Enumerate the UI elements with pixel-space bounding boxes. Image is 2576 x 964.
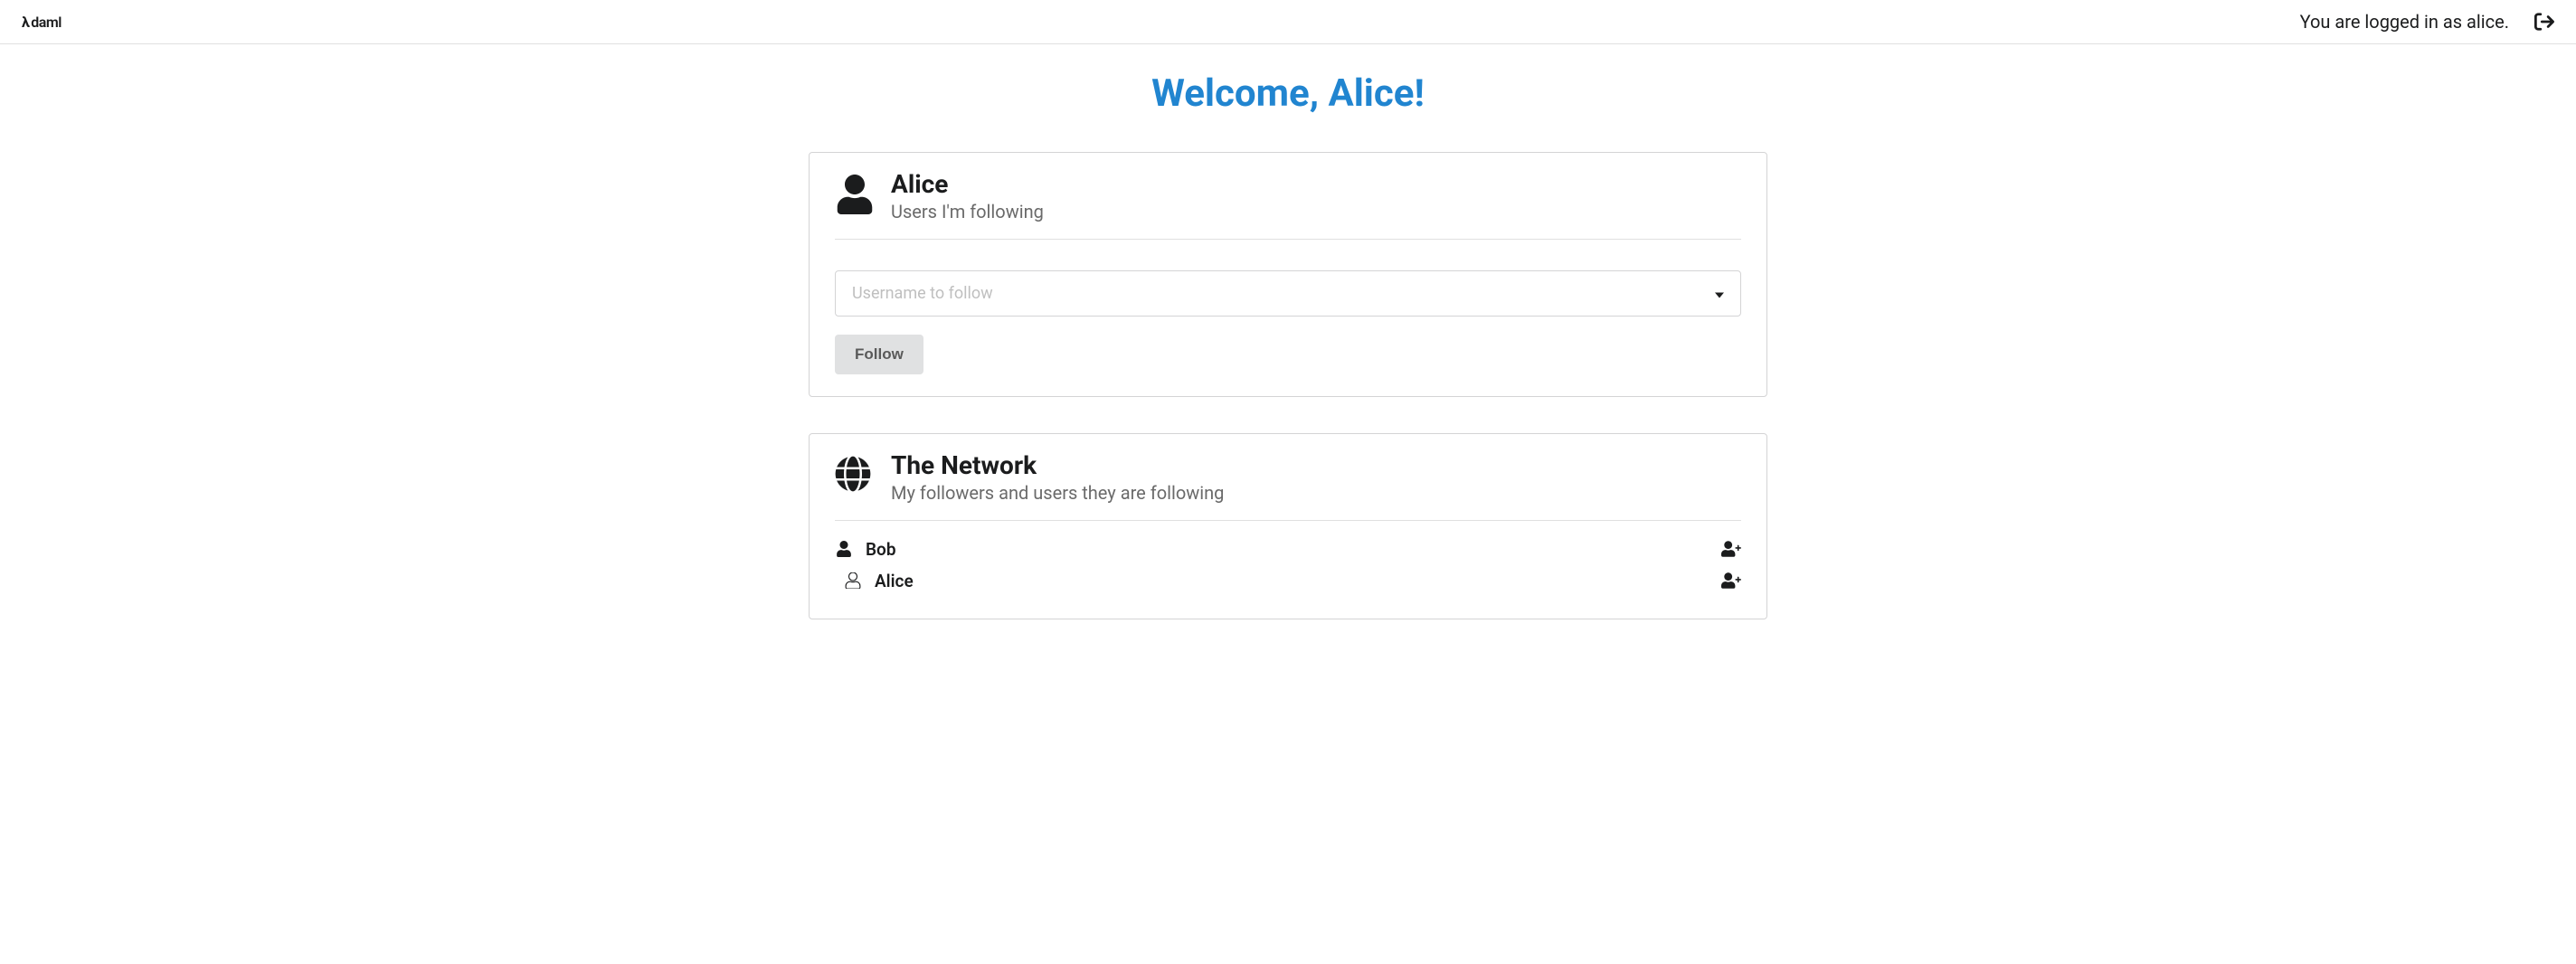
network-subtitle: My followers and users they are followin… <box>891 482 1224 504</box>
profile-subtitle: Users I'm following <box>891 201 1044 222</box>
network-header-text: The Network My followers and users they … <box>891 452 1224 504</box>
globe-icon <box>835 456 875 496</box>
topbar: λdaml You are logged in as alice. <box>0 0 2576 44</box>
network-user-name: Alice <box>875 571 914 591</box>
profile-title: Alice <box>891 171 1044 199</box>
network-card: The Network My followers and users they … <box>809 433 1767 619</box>
brand-logo: λdaml <box>22 14 62 31</box>
profile-card: Alice Users I'm following Username to fo… <box>809 152 1767 397</box>
network-row: Alice <box>835 565 1741 597</box>
network-row-left: Bob <box>835 539 896 560</box>
follow-button[interactable]: Follow <box>835 335 923 374</box>
user-solid-icon <box>835 540 853 558</box>
add-user-icon[interactable] <box>1721 572 1741 589</box>
chevron-down-icon <box>1715 284 1724 303</box>
network-row-left: Alice <box>835 571 914 591</box>
user-outline-icon <box>844 572 862 590</box>
dropdown-placeholder: Username to follow <box>852 284 993 303</box>
network-card-header: The Network My followers and users they … <box>835 452 1741 521</box>
logout-icon[interactable] <box>2534 12 2554 32</box>
network-list: Bob Alice <box>835 521 1741 597</box>
topbar-right: You are logged in as alice. <box>2300 11 2554 33</box>
profile-header-text: Alice Users I'm following <box>891 171 1044 222</box>
add-user-icon[interactable] <box>1721 541 1741 557</box>
lambda-icon: λ <box>22 14 29 31</box>
network-title: The Network <box>891 452 1224 480</box>
login-status: You are logged in as alice. <box>2300 11 2509 33</box>
profile-card-header: Alice Users I'm following <box>835 171 1741 240</box>
network-row: Bob <box>835 534 1741 565</box>
main-content: Welcome, Alice! Alice Users I'm followin… <box>791 44 1785 683</box>
follow-form: Username to follow Follow <box>835 240 1741 374</box>
brand-name: daml <box>31 14 62 31</box>
username-follow-dropdown[interactable]: Username to follow <box>835 270 1741 317</box>
user-icon <box>835 175 875 214</box>
welcome-heading: Welcome, Alice! <box>809 71 1767 116</box>
network-user-name: Bob <box>866 539 896 560</box>
